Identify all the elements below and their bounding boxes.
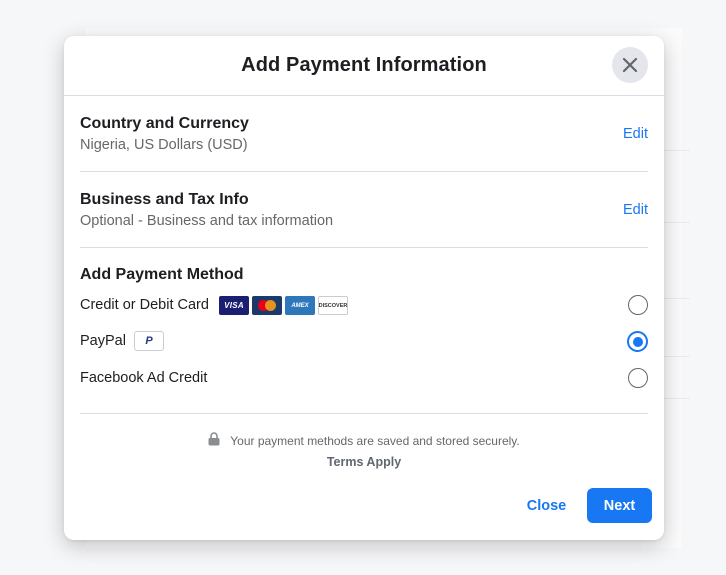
mastercard-orange-circle (265, 300, 276, 311)
ad-credit-radio[interactable] (628, 368, 648, 388)
payment-option-ad-credit[interactable]: Facebook Ad Credit (80, 365, 648, 393)
mastercard-icon (252, 296, 282, 315)
close-x-icon (622, 57, 638, 73)
business-tax-value: Optional - Business and tax information (80, 213, 334, 229)
divider (80, 413, 648, 414)
dialog-header: Add Payment Information (64, 36, 664, 96)
visa-icon: VISA (219, 296, 249, 315)
amex-icon: AMEX (285, 296, 315, 315)
secure-notice: Your payment methods are saved and store… (64, 432, 664, 448)
card-radio[interactable] (628, 295, 648, 315)
payment-option-label: Facebook Ad Credit (80, 370, 208, 386)
paypal-icon: P (134, 331, 164, 351)
lock-icon (208, 432, 220, 446)
country-currency-title: Country and Currency (80, 115, 249, 132)
payment-option-label: Credit or Debit Card (80, 297, 209, 313)
payment-method-title: Add Payment Method (80, 266, 244, 283)
edit-country-link[interactable]: Edit (623, 126, 648, 142)
business-tax-title: Business and Tax Info (80, 191, 249, 208)
dialog-title: Add Payment Information (241, 54, 487, 76)
close-button[interactable]: Close (514, 488, 579, 523)
terms-apply-link[interactable]: Terms Apply (64, 455, 664, 469)
business-tax-section: Business and Tax Info Optional - Busines… (80, 172, 648, 248)
paypal-radio[interactable] (627, 331, 648, 352)
discover-icon: DISCOVER (318, 296, 348, 315)
country-currency-section: Country and Currency Nigeria, US Dollars… (80, 96, 648, 172)
payment-option-card[interactable]: Credit or Debit Card VISA AMEX DISCOVER (80, 292, 648, 320)
payment-option-paypal[interactable]: PayPal P (80, 328, 648, 356)
add-payment-dialog: Add Payment Information Country and Curr… (64, 36, 664, 540)
payment-option-label: PayPal (80, 333, 126, 349)
secure-notice-text: Your payment methods are saved and store… (230, 434, 520, 448)
next-button[interactable]: Next (587, 488, 652, 523)
country-currency-value: Nigeria, US Dollars (USD) (80, 137, 248, 153)
edit-business-link[interactable]: Edit (623, 202, 648, 218)
close-dialog-button[interactable] (612, 47, 648, 83)
